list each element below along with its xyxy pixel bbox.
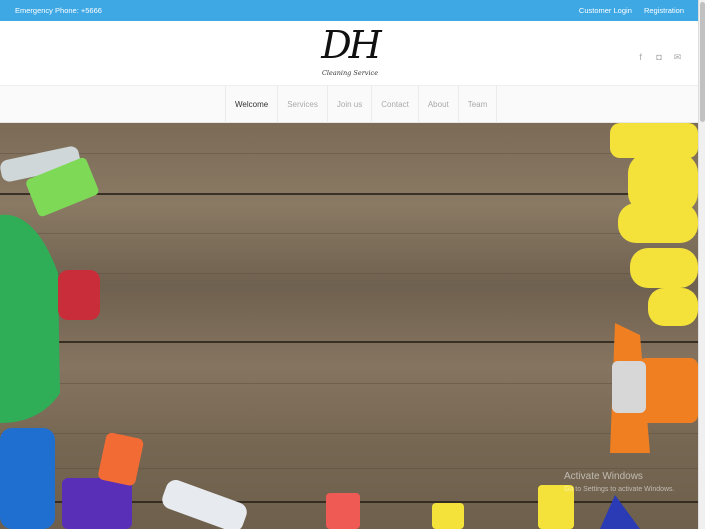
instagram-icon[interactable]: ◘ bbox=[655, 53, 664, 62]
white-bottle bbox=[162, 480, 247, 529]
social-links: f ◘ ✉ bbox=[631, 47, 682, 65]
hero-image: Activate Windows Go to Settings to activ… bbox=[0, 123, 698, 529]
spray-bottle bbox=[610, 323, 698, 453]
top-links: Customer Login Registration bbox=[569, 6, 684, 15]
blue-handle bbox=[600, 495, 640, 529]
nav-item-contact[interactable]: Contact bbox=[371, 86, 418, 123]
nav-item-team[interactable]: Team bbox=[457, 86, 498, 123]
cleaning-supplies-illustration bbox=[0, 123, 698, 529]
facebook-icon[interactable]: f bbox=[636, 53, 645, 62]
windows-watermark: Activate Windows Go to Settings to activ… bbox=[564, 471, 675, 493]
logo-mark: DH bbox=[321, 23, 382, 67]
nav-item-about[interactable]: About bbox=[417, 86, 458, 123]
red-cap bbox=[326, 493, 360, 529]
purple-bottle bbox=[62, 432, 144, 529]
logo[interactable]: DH Cleaning Service bbox=[318, 23, 382, 83]
customer-login-link[interactable]: Customer Login bbox=[579, 6, 632, 15]
page: Emergency Phone: +5666 Customer Login Re… bbox=[0, 0, 705, 529]
emergency-phone: Emergency Phone: +5666 bbox=[15, 6, 102, 15]
yellow-cap-1 bbox=[432, 503, 464, 529]
glove bbox=[610, 123, 698, 326]
sponge bbox=[0, 428, 55, 529]
site-header: DH Cleaning Service f ◘ ✉ bbox=[0, 21, 698, 85]
nav-item-join-us[interactable]: Join us bbox=[326, 86, 371, 123]
nav-item-services[interactable]: Services bbox=[277, 86, 327, 123]
logo-tagline: Cleaning Service bbox=[321, 69, 379, 77]
registration-link[interactable]: Registration bbox=[644, 6, 684, 15]
mail-icon[interactable]: ✉ bbox=[673, 53, 682, 62]
main-nav: Welcome Services Join us Contact About T… bbox=[0, 85, 698, 123]
nav-item-welcome[interactable]: Welcome bbox=[225, 86, 277, 123]
page-scrollbar[interactable] bbox=[698, 0, 705, 529]
green-bottle bbox=[0, 214, 100, 423]
top-bar: Emergency Phone: +5666 Customer Login Re… bbox=[0, 0, 698, 21]
scrollbar-thumb[interactable] bbox=[700, 2, 705, 122]
brush bbox=[0, 146, 99, 217]
